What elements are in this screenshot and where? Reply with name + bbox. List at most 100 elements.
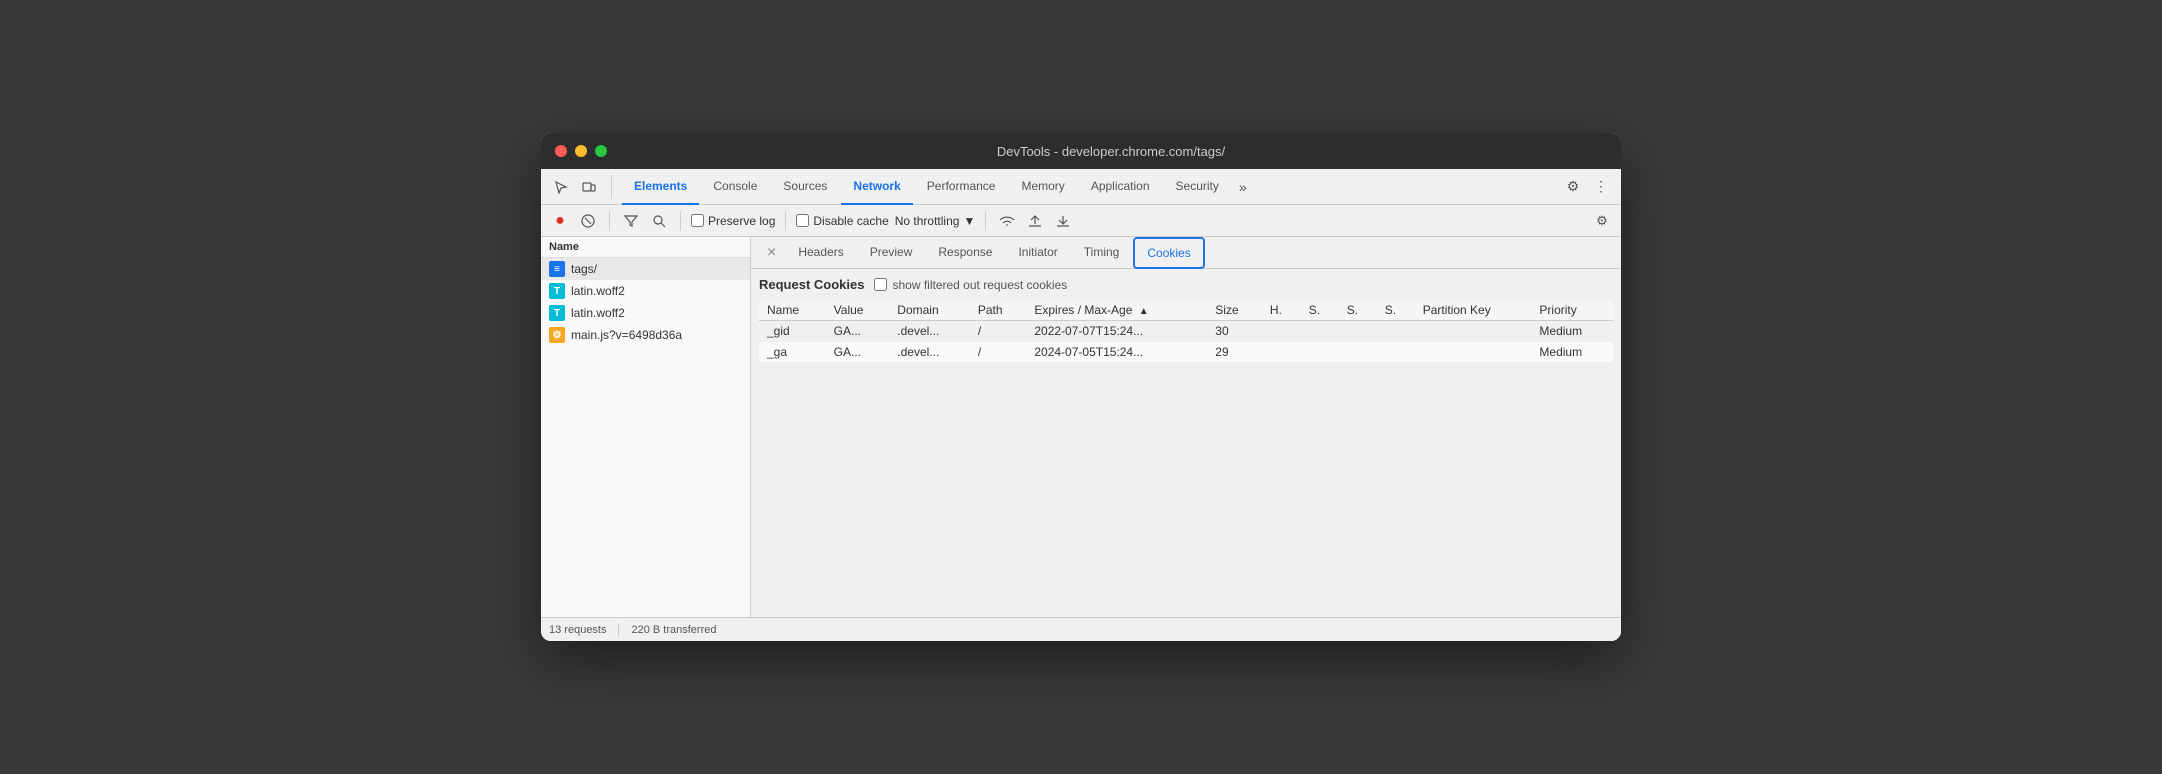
titlebar: DevTools - developer.chrome.com/tags/ (541, 133, 1621, 169)
detail-tab-preview[interactable]: Preview (858, 237, 925, 269)
cell-priority: Medium (1531, 342, 1613, 363)
preserve-log-checkbox-group[interactable]: Preserve log (691, 214, 775, 228)
separator-2 (680, 211, 681, 231)
cell-s1 (1301, 342, 1339, 363)
settings-area: ⚙ ⋮ (1561, 175, 1613, 199)
detail-tab-initiator[interactable]: Initiator (1006, 237, 1069, 269)
maximize-button[interactable] (595, 145, 607, 157)
network-toolbar: ● Preserve (541, 205, 1621, 237)
col-header-s1[interactable]: S. (1301, 300, 1339, 321)
cell-expires: 2022-07-07T15:24... (1026, 321, 1207, 342)
tab-console[interactable]: Console (701, 169, 769, 205)
sort-arrow-icon: ▲ (1139, 306, 1149, 317)
tab-elements[interactable]: Elements (622, 169, 699, 205)
record-button[interactable]: ● (549, 210, 571, 232)
preserve-log-checkbox[interactable] (691, 214, 704, 227)
col-header-h[interactable]: H. (1262, 300, 1301, 321)
close-button[interactable] (555, 145, 567, 157)
upload-icon[interactable] (1024, 210, 1046, 232)
cell-s2 (1339, 342, 1377, 363)
status-bar: 13 requests 220 B transferred (541, 617, 1621, 641)
tab-memory[interactable]: Memory (1009, 169, 1076, 205)
cell-path: / (970, 342, 1027, 363)
content-area: × Headers Preview Response Initiator Tim… (751, 237, 1621, 617)
file-icon-js: ⚙ (549, 327, 565, 343)
col-header-partition-key[interactable]: Partition Key (1415, 300, 1532, 321)
col-header-name[interactable]: Name (759, 300, 826, 321)
clear-button[interactable] (577, 210, 599, 232)
cell-value: GA... (826, 342, 890, 363)
sidebar-item-latin-woff2-2[interactable]: T latin.woff2 (541, 302, 750, 324)
cell-s3 (1377, 342, 1415, 363)
window-title: DevTools - developer.chrome.com/tags/ (615, 144, 1607, 159)
col-header-value[interactable]: Value (826, 300, 890, 321)
sidebar-item-main-js[interactable]: ⚙ main.js?v=6498d36a (541, 324, 750, 346)
show-filtered-label[interactable]: show filtered out request cookies (874, 278, 1067, 292)
toolbar-icons (549, 175, 612, 199)
tab-sources[interactable]: Sources (771, 169, 839, 205)
requests-count: 13 requests (549, 624, 606, 636)
cell-domain: .devel... (889, 321, 970, 342)
tab-application[interactable]: Application (1079, 169, 1162, 205)
col-header-size[interactable]: Size (1207, 300, 1262, 321)
table-row[interactable]: _ga GA... .devel... / 2024-07-05T15:24..… (759, 342, 1613, 363)
show-filtered-checkbox[interactable] (874, 278, 887, 291)
sidebar-item-tags[interactable]: ≡ tags/ (541, 258, 750, 280)
file-icon-document: ≡ (549, 261, 565, 277)
network-sidebar: Name ≡ tags/ T latin.woff2 T latin.woff2… (541, 237, 751, 617)
tab-performance[interactable]: Performance (915, 169, 1008, 205)
file-icon-font-2: T (549, 305, 565, 321)
transferred-size: 220 B transferred (631, 624, 716, 636)
cell-domain: .devel... (889, 342, 970, 363)
right-settings-icon[interactable]: ⚙ (1591, 210, 1613, 232)
separator-3 (785, 211, 786, 231)
cookies-table: Name Value Domain Path Expires / Max-Age… (759, 300, 1613, 363)
throttle-select[interactable]: No throttling ▼ (895, 214, 976, 228)
filter-icon[interactable] (620, 210, 642, 232)
detail-tab-headers[interactable]: Headers (786, 237, 855, 269)
main-area: Name ≡ tags/ T latin.woff2 T latin.woff2… (541, 237, 1621, 617)
more-tabs-button[interactable]: » (1233, 179, 1253, 195)
tab-security[interactable]: Security (1164, 169, 1231, 205)
device-toggle-icon[interactable] (577, 175, 601, 199)
download-icon[interactable] (1052, 210, 1074, 232)
cell-h (1262, 342, 1301, 363)
col-header-expires[interactable]: Expires / Max-Age ▲ (1026, 300, 1207, 321)
col-header-s3[interactable]: S. (1377, 300, 1415, 321)
detail-tab-bar: × Headers Preview Response Initiator Tim… (751, 237, 1621, 269)
status-separator (618, 623, 619, 637)
table-row[interactable]: _gid GA... .devel... / 2022-07-07T15:24.… (759, 321, 1613, 342)
tab-network[interactable]: Network (841, 169, 912, 205)
main-tab-bar: Elements Console Sources Network Perform… (541, 169, 1621, 205)
separator-4 (985, 211, 986, 231)
search-icon[interactable] (648, 210, 670, 232)
minimize-button[interactable] (575, 145, 587, 157)
col-header-priority[interactable]: Priority (1531, 300, 1613, 321)
file-icon-font-1: T (549, 283, 565, 299)
cursor-icon[interactable] (549, 175, 573, 199)
close-detail-button[interactable]: × (759, 244, 784, 262)
cell-partition-key (1415, 342, 1532, 363)
disable-cache-checkbox[interactable] (796, 214, 809, 227)
detail-tab-timing[interactable]: Timing (1072, 237, 1132, 269)
settings-icon[interactable]: ⚙ (1561, 175, 1585, 199)
col-header-path[interactable]: Path (970, 300, 1027, 321)
sidebar-item-latin-woff2-1[interactable]: T latin.woff2 (541, 280, 750, 302)
cell-size: 29 (1207, 342, 1262, 363)
sidebar-header: Name (541, 237, 750, 258)
request-cookies-header: Request Cookies show filtered out reques… (759, 277, 1613, 292)
detail-tab-response[interactable]: Response (926, 237, 1004, 269)
col-header-domain[interactable]: Domain (889, 300, 970, 321)
more-options-icon[interactable]: ⋮ (1589, 175, 1613, 199)
col-header-s2[interactable]: S. (1339, 300, 1377, 321)
cell-s2 (1339, 321, 1377, 342)
disable-cache-checkbox-group[interactable]: Disable cache (796, 214, 888, 228)
devtools-body: Elements Console Sources Network Perform… (541, 169, 1621, 641)
throttle-arrow-icon: ▼ (963, 214, 975, 228)
detail-tab-cookies[interactable]: Cookies (1133, 237, 1204, 269)
request-cookies-title: Request Cookies (759, 277, 864, 292)
cell-value: GA... (826, 321, 890, 342)
cell-s1 (1301, 321, 1339, 342)
wifi-icon[interactable] (996, 210, 1018, 232)
cell-name: _ga (759, 342, 826, 363)
